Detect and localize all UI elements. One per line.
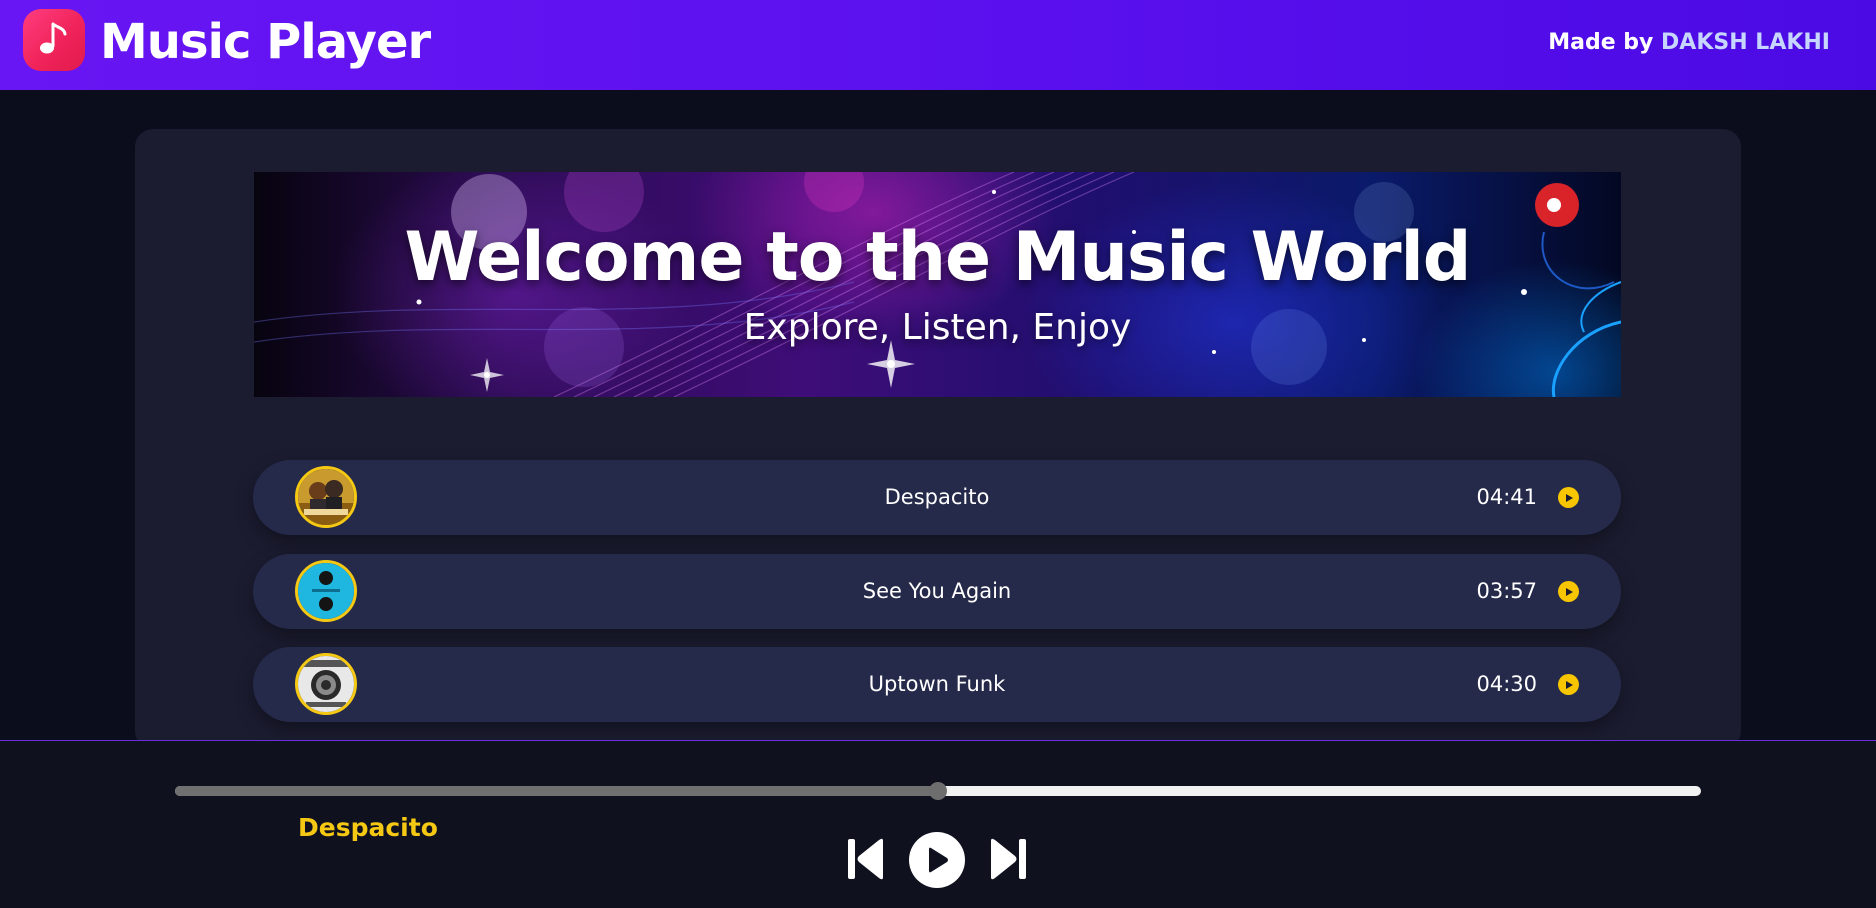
song-duration: 04:41 (1476, 485, 1537, 509)
song-duration: 04:30 (1476, 672, 1537, 696)
play-icon[interactable] (1558, 674, 1579, 695)
song-row-uptown-funk[interactable]: Uptown Funk 04:30 (253, 647, 1621, 722)
credit-text: Made by DAKSH LAKHI (1548, 28, 1830, 58)
play-icon[interactable] (1558, 487, 1579, 508)
credit-author-link[interactable]: DAKSH LAKHI (1661, 30, 1830, 55)
song-duration: 03:57 (1476, 579, 1537, 603)
progress-fill (175, 786, 938, 796)
play-icon[interactable] (1558, 581, 1579, 602)
previous-icon (848, 838, 883, 880)
play-button[interactable] (909, 832, 965, 888)
now-playing-title: Despacito (298, 813, 438, 842)
credit-prefix: Made by (1548, 30, 1654, 55)
play-icon (929, 847, 948, 873)
welcome-banner: Welcome to the Music World Explore, List… (254, 172, 1621, 397)
song-title: See You Again (862, 579, 1012, 603)
song-row-despacito[interactable]: Despacito 04:41 (253, 460, 1621, 535)
progress-thumb[interactable] (929, 782, 947, 800)
app-title: Music Player (100, 14, 431, 70)
next-icon (991, 838, 1026, 880)
progress-slider[interactable] (175, 782, 1701, 800)
top-header: Music Player Made by DAKSH LAKHI (0, 0, 1876, 90)
song-row-see-you-again[interactable]: See You Again 03:57 (253, 554, 1621, 629)
music-note-icon (23, 9, 85, 71)
song-title: Despacito (884, 485, 990, 509)
banner-subtitle: Explore, Listen, Enjoy (743, 307, 1132, 348)
banner-title: Welcome to the Music World (404, 218, 1472, 297)
next-button[interactable] (988, 836, 1028, 882)
song-title: Uptown Funk (868, 672, 1006, 696)
previous-button[interactable] (846, 836, 886, 882)
